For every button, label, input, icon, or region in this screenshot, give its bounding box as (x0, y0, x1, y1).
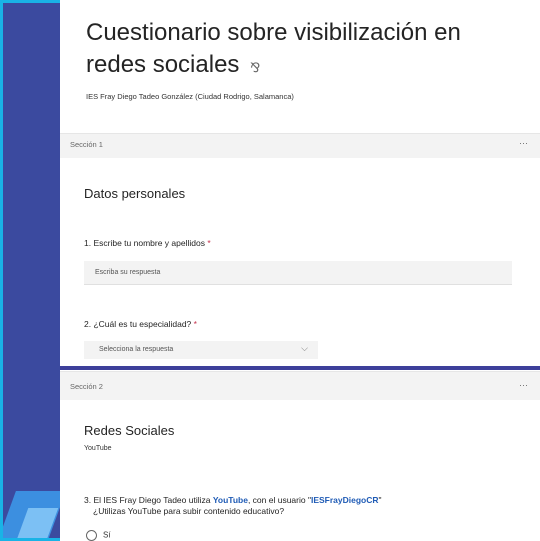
more-icon[interactable]: ··· (519, 138, 528, 148)
branch-icon: ⅋ (250, 60, 261, 75)
required-marker: * (207, 238, 211, 248)
question-3-number: 3. (84, 495, 92, 505)
section-1-title: Datos personales (84, 186, 186, 201)
question-1-label: 1. Escribe tu nombre y apellidos * (84, 238, 211, 248)
name-input[interactable]: Escriba su respuesta (84, 261, 512, 285)
form-title-text: Cuestionario sobre visibilización en red… (86, 19, 461, 78)
question-1-text: Escribe tu nombre y apellidos (93, 238, 205, 248)
required-marker: * (193, 319, 197, 329)
youtube-highlight: YouTube (212, 495, 248, 505)
section-2-subtitle: YouTube (84, 445, 112, 452)
question-3-label: 3. El IES Fray Diego Tadeo utiliza YouTu… (84, 495, 382, 517)
form-organization: IES Fray Diego Tadeo González (Ciudad Ro… (86, 92, 294, 101)
section-divider (60, 366, 540, 370)
question-3-text-a: El IES Fray Diego Tadeo utiliza (93, 495, 213, 505)
option-yes-label: Sí (103, 530, 111, 540)
section-1-label: Sección 1 (70, 140, 103, 149)
chevron-down-icon: ⌵ (301, 343, 308, 353)
username-highlight: IESFrayDiegoCR (310, 495, 379, 505)
specialty-select-value: Selecciona la respuesta (99, 346, 174, 353)
section-1-header: Sección 1 ··· (60, 133, 540, 158)
specialty-select[interactable]: Selecciona la respuesta ⌵ (84, 341, 318, 359)
radio-icon[interactable] (86, 530, 97, 541)
more-icon[interactable]: ··· (519, 380, 528, 390)
question-2-number: 2. (84, 319, 92, 329)
form-panel: Cuestionario sobre visibilización en red… (60, 0, 540, 541)
background-left (3, 3, 63, 538)
section-2-title: Redes Sociales (84, 423, 175, 438)
section-2-label: Sección 2 (70, 382, 103, 391)
question-1-number: 1. (84, 238, 92, 248)
question-2-text: ¿Cuál es tu especialidad? (93, 319, 192, 329)
form-title: Cuestionario sobre visibilización en red… (86, 17, 506, 84)
question-3-text-c: " (378, 495, 382, 505)
name-input-placeholder: Escriba su respuesta (95, 269, 161, 276)
question-3-line2: ¿Utilizas YouTube para subir contenido e… (93, 506, 285, 516)
option-yes[interactable]: Sí (86, 530, 111, 541)
question-2-label: 2. ¿Cuál es tu especialidad? * (84, 319, 197, 329)
section-2-header: Sección 2 ··· (60, 371, 540, 400)
question-3-text-b: , con el usuario " (247, 495, 311, 505)
